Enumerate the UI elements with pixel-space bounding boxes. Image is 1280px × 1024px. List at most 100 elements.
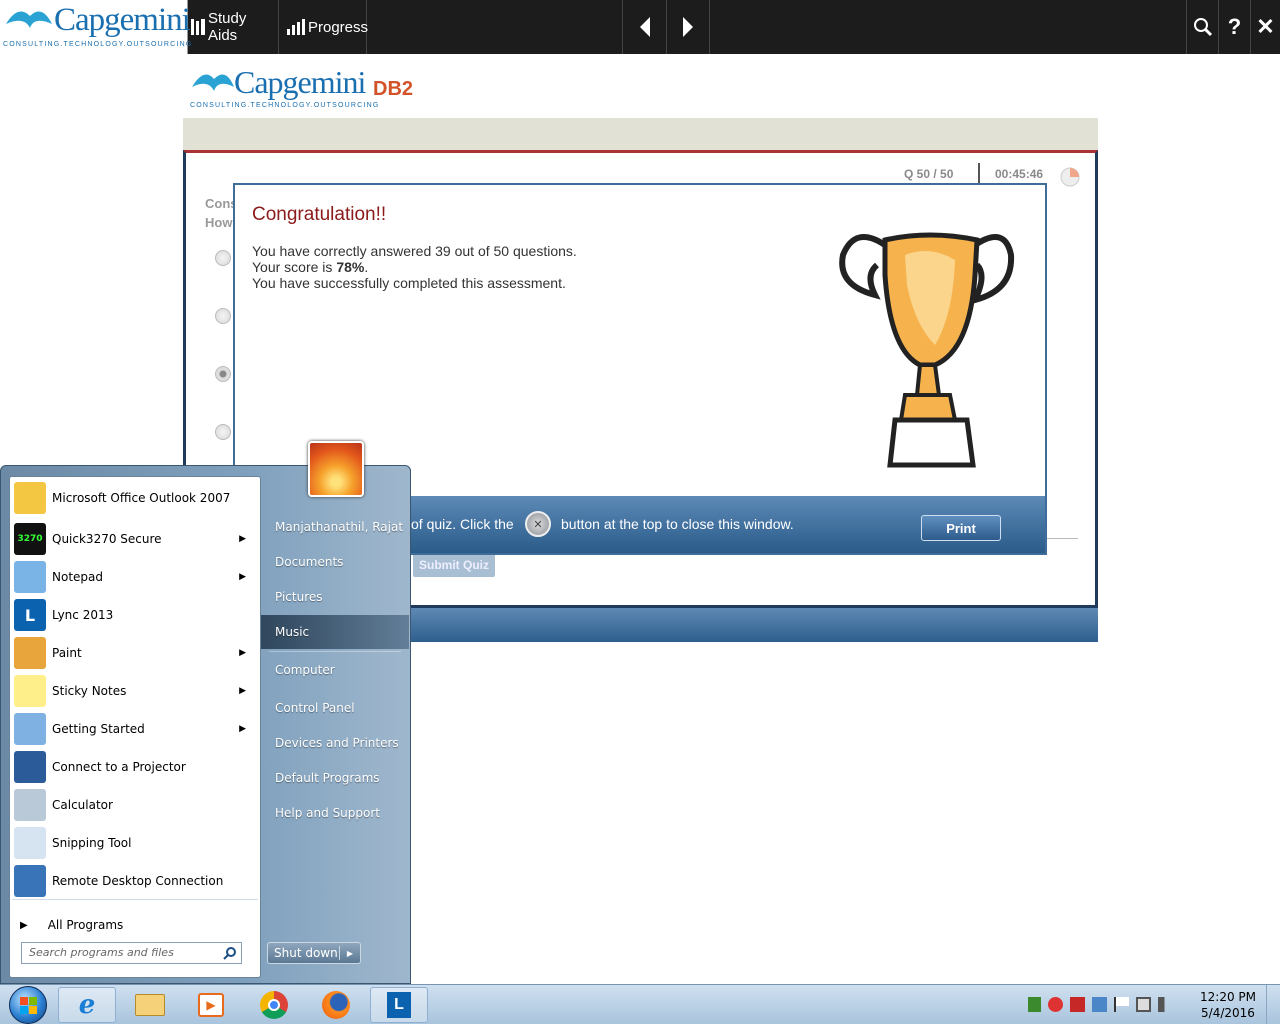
program-item[interactable]: L Lync 2013 [12, 596, 258, 634]
snipping-tool-icon [14, 827, 46, 859]
user-avatar[interactable] [308, 441, 364, 497]
start-link-control-panel[interactable]: Control Panel [275, 701, 355, 715]
taskbar: e ▶ L 12:20 PM 5/4/2016 [0, 984, 1280, 1024]
search-button[interactable] [1186, 0, 1218, 54]
separator [12, 899, 258, 900]
close-button[interactable]: ✕ [1250, 0, 1280, 54]
lync-icon: L [387, 992, 411, 1018]
score-suffix: . [364, 259, 369, 275]
course-logo-word: Capgemini [234, 64, 366, 100]
flag-icon[interactable] [1114, 997, 1129, 1012]
calculator-icon [14, 789, 46, 821]
search-programs-input[interactable]: Search programs and files [21, 942, 242, 964]
shutdown-label: Shut down [268, 946, 340, 960]
search-icon [1193, 18, 1212, 37]
program-item[interactable]: Notepad ▶ [12, 558, 258, 596]
taskbar-file-explorer[interactable] [121, 987, 179, 1023]
start-link-help-and-support[interactable]: Help and Support [275, 806, 380, 820]
start-link-default-programs[interactable]: Default Programs [275, 771, 380, 785]
sync-icon[interactable] [1048, 997, 1063, 1012]
internet-explorer-icon: e [78, 990, 96, 1020]
paint-icon [14, 637, 46, 669]
program-item[interactable]: Sticky Notes ▶ [12, 672, 258, 710]
spade-logo-icon [6, 11, 52, 28]
next-button[interactable] [666, 0, 710, 54]
start-button[interactable] [2, 985, 54, 1024]
shutdown-button[interactable]: Shut down ▶ [267, 942, 361, 964]
all-programs-item[interactable]: ▶ All Programs [12, 908, 258, 942]
program-item[interactable]: 3270 Quick3270 Secure ▶ [12, 520, 258, 558]
programs-pane: Microsoft Office Outlook 2007 3270 Quick32… [9, 476, 261, 978]
score-prefix: Your score is [252, 259, 337, 275]
submit-quiz-button[interactable]: Submit Quiz [413, 553, 495, 577]
submenu-arrow-icon[interactable]: ▶ [239, 572, 246, 582]
timer-pie-icon [1060, 167, 1080, 187]
shutdown-options-arrow-icon[interactable]: ▶ [340, 949, 360, 958]
program-item[interactable]: Remote Desktop Connection [12, 862, 258, 900]
start-link-computer[interactable]: Computer [275, 663, 335, 677]
answer-radio-2[interactable] [215, 308, 231, 324]
completed-text: You have successfully completed this ass… [252, 275, 566, 291]
books-icon [191, 19, 205, 35]
shield-icon[interactable] [1028, 997, 1041, 1012]
start-link-documents[interactable]: Documents [275, 555, 343, 569]
start-link-devices-and-printers[interactable]: Devices and Printers [275, 736, 399, 750]
system-tray [1028, 997, 1173, 1012]
sticky-notes-icon [14, 675, 46, 707]
program-item[interactable]: Getting Started ▶ [12, 710, 258, 748]
program-label: Notepad [52, 570, 103, 584]
search-icon [223, 947, 236, 960]
question-counter: Q 50 / 50 [904, 167, 954, 181]
submenu-arrow-icon[interactable]: ▶ [239, 686, 246, 696]
notepad-icon [14, 561, 46, 593]
submenu-arrow-icon[interactable]: ▶ [239, 534, 246, 544]
clock-date: 5/4/2016 [1201, 1006, 1255, 1020]
taskbar-chrome[interactable] [245, 987, 303, 1023]
footer-text-b: button at the top to close this window. [561, 516, 794, 532]
divider [978, 163, 980, 185]
user-name-link[interactable]: Manjathanathil, Rajat [275, 520, 403, 534]
divider-line [1046, 538, 1078, 539]
progress-button[interactable]: Progress [280, 0, 368, 54]
all-programs-label: All Programs [47, 918, 124, 932]
firefox-icon [322, 991, 350, 1019]
start-link-pictures[interactable]: Pictures [275, 590, 323, 604]
capgemini-logo: Capgemini CONSULTING.TECHNOLOGY.OUTSOURC… [0, 0, 191, 54]
prev-button[interactable] [622, 0, 666, 54]
taskbar-lync[interactable]: L [370, 987, 428, 1023]
program-item[interactable]: Paint ▶ [12, 634, 258, 672]
program-item[interactable]: Connect to a Projector [12, 748, 258, 786]
close-circle-icon: ✕ [525, 511, 551, 537]
network-icon[interactable] [1136, 997, 1151, 1012]
volume-icon[interactable] [1158, 997, 1173, 1012]
next-icon [683, 17, 693, 37]
course-title: DB2 [373, 78, 414, 100]
answer-radio-3[interactable] [215, 366, 231, 382]
taskbar-internet-explorer[interactable]: e [58, 987, 116, 1023]
help-button[interactable]: ? [1218, 0, 1250, 54]
program-item[interactable]: Calculator [12, 786, 258, 824]
program-item[interactable]: Microsoft Office Outlook 2007 [12, 479, 258, 517]
study-aids-button[interactable]: Study Aids [189, 0, 279, 54]
outlook-icon [14, 482, 46, 514]
show-desktop-button[interactable] [1266, 985, 1280, 1024]
submenu-arrow-icon[interactable]: ▶ [239, 648, 246, 658]
print-button[interactable]: Print [921, 515, 1001, 541]
media-player-icon: ▶ [198, 993, 224, 1017]
program-label: Calculator [52, 798, 113, 812]
program-label: Snipping Tool [52, 836, 132, 850]
course-spade-logo-icon [192, 74, 234, 91]
network-share-icon[interactable] [1092, 997, 1107, 1012]
program-item[interactable]: Snipping Tool [12, 824, 258, 862]
windows-logo-icon [9, 986, 47, 1024]
logo-tagline: CONSULTING.TECHNOLOGY.OUTSOURCING [3, 41, 193, 48]
submenu-arrow-icon[interactable]: ▶ [239, 724, 246, 734]
start-link-music[interactable]: Music [261, 615, 409, 649]
answer-radio-1[interactable] [215, 250, 231, 266]
answer-radio-4[interactable] [215, 424, 231, 440]
projector-icon [14, 751, 46, 783]
clock[interactable]: 12:20 PM 5/4/2016 [1196, 989, 1260, 1021]
adobe-icon[interactable] [1070, 997, 1085, 1012]
taskbar-media-player[interactable]: ▶ [182, 987, 240, 1023]
taskbar-firefox[interactable] [307, 987, 365, 1023]
